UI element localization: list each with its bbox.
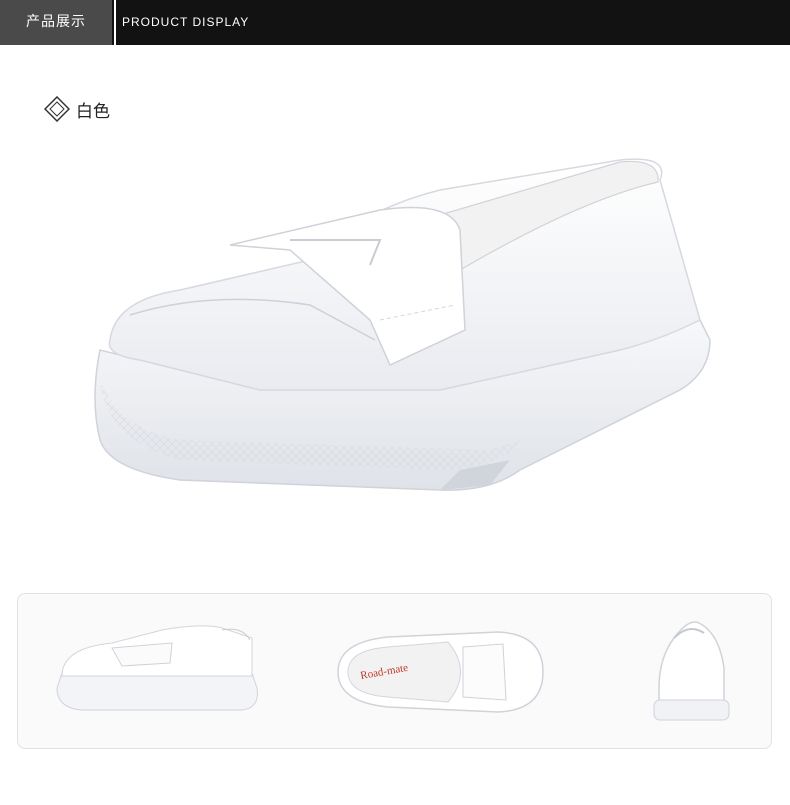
main-product-image: [94, 158, 711, 491]
color-option: 白色: [44, 96, 110, 122]
thumbnail-top-view[interactable]: Road-mate: [328, 622, 550, 722]
section-tab: 产品展示: [0, 0, 112, 45]
section-header: 产品展示 PRODUCT DISPLAY: [0, 0, 790, 45]
thumbnail-gallery: Road-mate: [17, 593, 772, 749]
thumbnail-side-view[interactable]: [52, 618, 267, 718]
diamond-icon: [44, 96, 70, 122]
color-name: 白色: [76, 101, 110, 122]
thumbnail-heel-view[interactable]: [634, 608, 744, 728]
divider: [114, 0, 116, 45]
section-subtitle: PRODUCT DISPLAY: [122, 15, 250, 29]
